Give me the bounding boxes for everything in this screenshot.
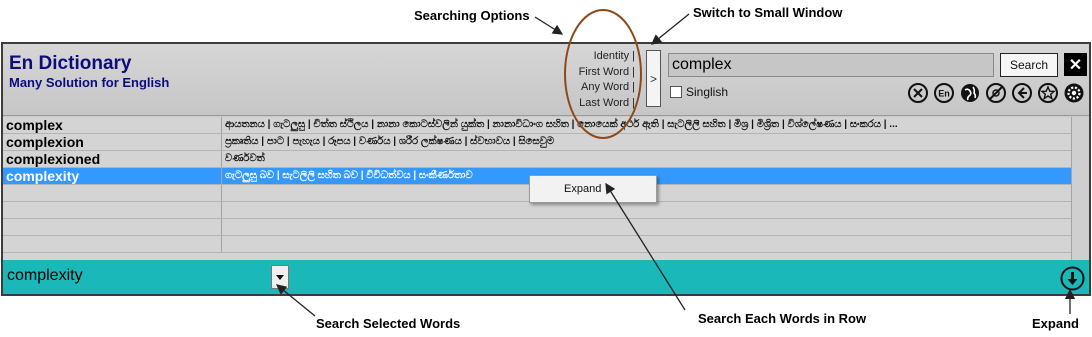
dictionary-window: En Dictionary Many Solution for English … (1, 42, 1091, 296)
annotation-switch-window: Switch to Small Window (693, 5, 843, 20)
singlish-checkbox[interactable] (670, 86, 682, 98)
annotation-search-selected: Search Selected Words (316, 316, 461, 331)
bottom-bar: complexity (3, 260, 1089, 294)
english-icon[interactable]: En (933, 82, 955, 104)
arrow-searching-options (534, 16, 564, 35)
toolbar-icons: En (907, 82, 1085, 104)
option-first-word[interactable]: First Word | (575, 65, 635, 81)
row-word: complexity (3, 168, 222, 184)
empty-row (3, 219, 1071, 236)
empty-row (3, 202, 1071, 219)
table-row[interactable]: complexion ප්‍රකෘතිය | පාට | පැහැය | රූප… (3, 134, 1071, 151)
vertical-scrollbar[interactable] (1071, 117, 1089, 260)
svg-text:En: En (938, 89, 950, 99)
app-title: En Dictionary (9, 53, 132, 74)
option-identity[interactable]: Identity | (575, 49, 635, 65)
singlish-option[interactable]: Singlish (670, 85, 728, 99)
context-menu-expand[interactable]: Expand (529, 175, 657, 203)
table-row[interactable]: complexioned වර්ණවත් (3, 151, 1071, 168)
option-last-word[interactable]: Last Word | (575, 96, 635, 112)
empty-row (3, 236, 1071, 253)
globe-icon[interactable] (959, 82, 981, 104)
search-button[interactable]: Search (1000, 53, 1058, 77)
option-any-word[interactable]: Any Word | (575, 80, 635, 96)
clear-icon[interactable] (907, 82, 929, 104)
arrow-switch-window (650, 13, 690, 45)
star-icon[interactable] (1037, 82, 1059, 104)
row-word: complexion (3, 134, 222, 150)
chevron-down-icon (276, 274, 284, 280)
settings-icon[interactable] (1063, 82, 1085, 104)
search-input[interactable] (668, 53, 994, 77)
header-bar: En Dictionary Many Solution for English … (3, 44, 1089, 116)
dropdown-arrow-button[interactable] (271, 265, 289, 289)
row-word: complexioned (3, 151, 222, 167)
row-word: complex (3, 117, 222, 133)
row-meaning: ප්‍රකෘතිය | පාට | පැහැය | රූපය | වර්ණය |… (225, 136, 555, 147)
annotation-searching-options: Searching Options (414, 8, 530, 23)
expand-button[interactable] (1060, 266, 1085, 291)
annotation-search-each: Search Each Words in Row (698, 311, 867, 326)
annotation-expand: Expand (1032, 316, 1079, 331)
row-meaning: ආයතනය | ගැටලුසු | චිත්ත ස්ථිලය | නානා කො… (225, 119, 898, 130)
no-entry-icon[interactable] (985, 82, 1007, 104)
switch-window-button[interactable]: > (646, 50, 661, 107)
table-row[interactable]: complex ආයතනය | ගැටලුසු | චිත්ත ස්ථිලය |… (3, 117, 1071, 134)
selected-word-value[interactable]: complexity (5, 265, 271, 289)
selected-word-combo[interactable]: complexity (5, 265, 289, 289)
back-icon[interactable] (1011, 82, 1033, 104)
close-button[interactable]: ✕ (1064, 53, 1087, 76)
app-subtitle: Many Solution for English (9, 75, 170, 90)
singlish-label: Singlish (686, 85, 729, 99)
row-meaning: වර්ණවත් (225, 153, 265, 164)
search-options: Identity | First Word | Any Word | Last … (575, 49, 635, 111)
